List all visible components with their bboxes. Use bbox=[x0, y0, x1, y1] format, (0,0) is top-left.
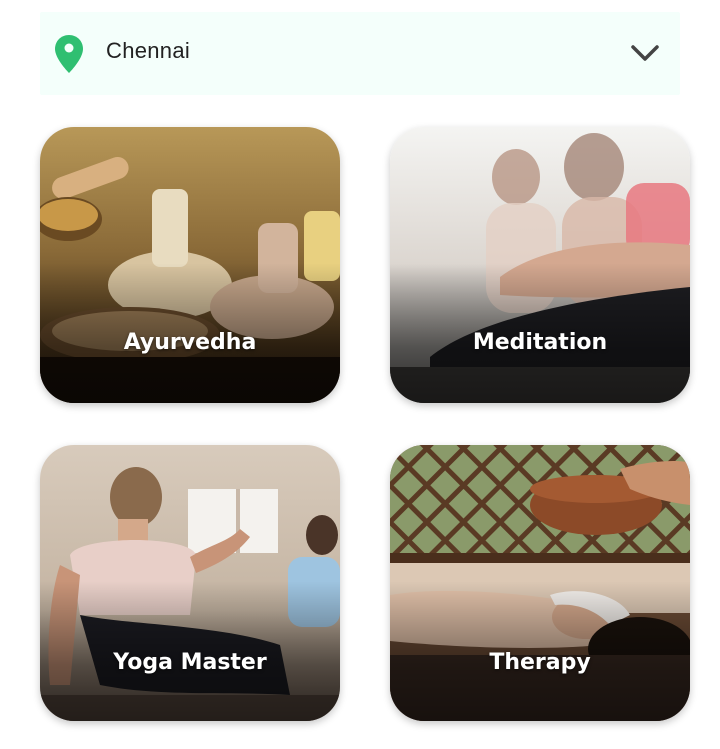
chevron-down-icon[interactable] bbox=[630, 42, 660, 64]
category-card-therapy[interactable]: Therapy bbox=[390, 445, 690, 721]
category-card-meditation[interactable]: Meditation bbox=[390, 127, 690, 403]
card-title: Therapy bbox=[489, 650, 591, 675]
map-pin-icon bbox=[55, 35, 83, 73]
card-title: Ayurvedha bbox=[123, 330, 257, 355]
location-selector[interactable]: Chennai bbox=[40, 12, 680, 95]
card-title: Yoga Master bbox=[113, 650, 267, 675]
city-label: Chennai bbox=[106, 38, 191, 63]
card-title: Meditation bbox=[472, 330, 608, 355]
category-card-yoga-master[interactable]: Yoga Master bbox=[40, 445, 340, 721]
category-card-ayurvedha[interactable]: Ayurvedha bbox=[40, 127, 340, 403]
